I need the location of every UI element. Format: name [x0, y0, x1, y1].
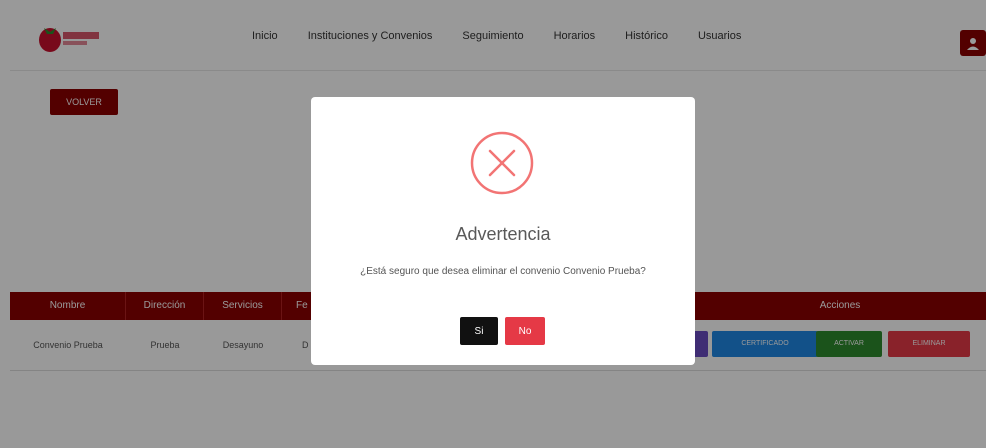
- dialog-message: ¿Está seguro que desea eliminar el conve…: [360, 266, 646, 277]
- cancel-button[interactable]: No: [505, 317, 545, 345]
- error-x-icon: [470, 131, 534, 195]
- dialog-title: Advertencia: [455, 224, 551, 244]
- warning-dialog: Advertencia ¿Está seguro que desea elimi…: [311, 97, 695, 365]
- confirm-button[interactable]: Si: [460, 317, 498, 345]
